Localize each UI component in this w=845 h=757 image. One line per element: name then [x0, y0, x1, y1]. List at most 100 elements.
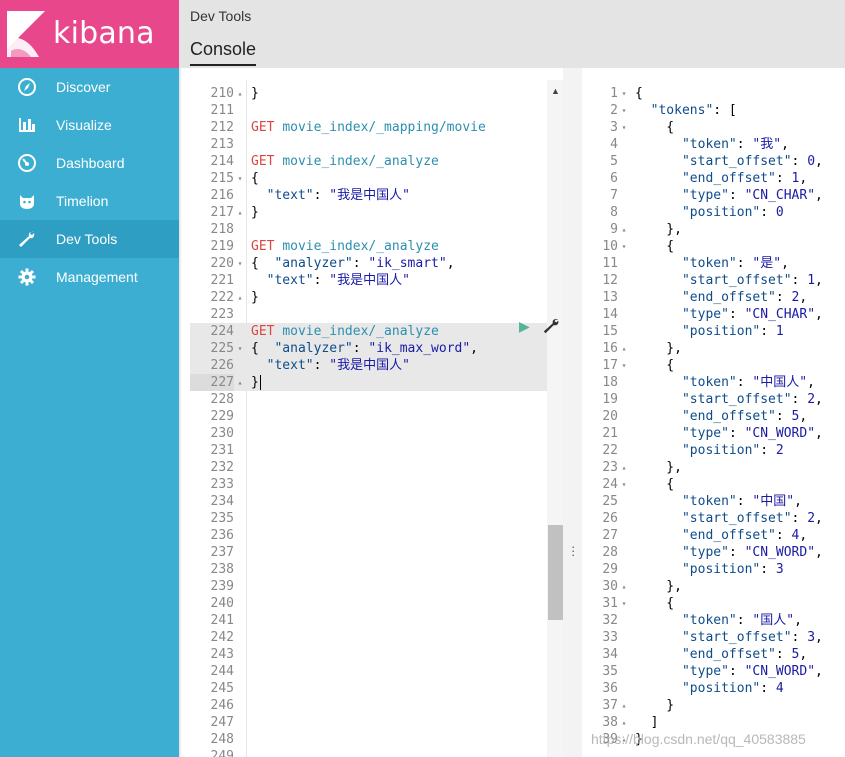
code-text: {: [635, 239, 675, 254]
editor-line: 215 ▾ {: [190, 170, 563, 187]
line-number: 31: [602, 596, 618, 611]
editor-line: 224 GET movie_index/_analyze: [190, 323, 563, 340]
line-number: 235: [210, 511, 234, 526]
sidebar-item-visualize[interactable]: Visualize: [0, 106, 179, 144]
kibana-logo[interactable]: kibana: [0, 0, 179, 68]
output-line: 14 "type": "CN_CHAR",: [582, 306, 845, 323]
fold-close-icon[interactable]: ▴: [619, 340, 629, 357]
sidebar-item-dashboard[interactable]: Dashboard: [0, 144, 179, 182]
fold-open-icon[interactable]: ▾: [619, 476, 629, 493]
output-line: 35 "type": "CN_WORD",: [582, 663, 845, 680]
code-text: {: [635, 477, 675, 492]
code-text: },: [635, 579, 682, 594]
output-line: 3 ▾ {: [582, 119, 845, 136]
line-number: 6: [610, 171, 618, 186]
code-text: "token": "我",: [681, 137, 789, 152]
output-line: 26 "start_offset": 2,: [582, 510, 845, 527]
code-text: }: [251, 205, 259, 220]
line-number: 18: [602, 375, 618, 390]
fold-close-icon[interactable]: ▴: [235, 289, 245, 306]
sidebar-item-discover[interactable]: Discover: [0, 68, 179, 106]
editor-line: 216 "text": "我是中国人": [190, 187, 563, 204]
output-line: 13 "end_offset": 2,: [582, 289, 845, 306]
editor-line: 249: [190, 748, 563, 757]
fold-close-icon[interactable]: ▴: [235, 374, 245, 391]
line-number: 22: [602, 443, 618, 458]
fold-open-icon[interactable]: ▾: [619, 357, 629, 374]
fold-open-icon[interactable]: ▾: [235, 170, 245, 187]
code-text: },: [635, 341, 682, 356]
timelion-icon: [20, 195, 34, 209]
editor-line: 230: [190, 425, 563, 442]
compass-icon: [18, 78, 36, 96]
output-line: 21 "type": "CN_WORD",: [582, 425, 845, 442]
code-text: "position": 4: [681, 681, 784, 696]
line-number: 232: [210, 460, 234, 475]
code-text: {: [635, 120, 675, 135]
line-number: 238: [210, 562, 234, 577]
line-number: 217: [210, 205, 234, 220]
output-line: 1 ▾ {: [582, 85, 845, 102]
editor-line: 238: [190, 561, 563, 578]
fold-close-icon[interactable]: ▴: [619, 697, 629, 714]
fold-open-icon[interactable]: ▾: [619, 595, 629, 612]
code-text: "token": "中国人",: [681, 375, 815, 390]
line-number: 245: [210, 681, 234, 696]
fold-close-icon[interactable]: ▴: [619, 578, 629, 595]
fold-open-icon[interactable]: ▾: [619, 238, 629, 255]
request-options-wrench-icon[interactable]: [542, 317, 560, 335]
code-text: GET movie_index/_analyze: [251, 239, 439, 254]
fold-open-icon[interactable]: ▾: [619, 119, 629, 136]
line-number: 241: [210, 613, 234, 628]
editor-line: 241: [190, 612, 563, 629]
line-number: 16: [602, 341, 618, 356]
editor-line: 239: [190, 578, 563, 595]
line-number: 225: [210, 341, 234, 356]
fold-close-icon[interactable]: ▴: [235, 85, 245, 102]
fold-open-icon[interactable]: ▾: [619, 102, 629, 119]
code-text: }: [251, 290, 259, 305]
line-number: 215: [210, 171, 234, 186]
fold-close-icon[interactable]: ▴: [619, 714, 629, 731]
code-text: "start_offset": 0,: [681, 154, 823, 169]
scrollbar-thumb[interactable]: [548, 525, 563, 620]
sidebar-item-timelion[interactable]: Timelion: [0, 182, 179, 220]
code-text: "position": 1: [681, 324, 784, 339]
fold-open-icon[interactable]: ▾: [235, 340, 245, 357]
fold-close-icon[interactable]: ▴: [619, 221, 629, 238]
line-number: 11: [602, 256, 618, 271]
line-number: 1: [610, 86, 618, 101]
line-number: 32: [602, 613, 618, 628]
code-text: "start_offset": 3,: [681, 630, 823, 645]
line-number: 4: [610, 137, 618, 152]
line-number: 214: [210, 154, 234, 169]
request-editor[interactable]: 210 ▴} 211 212 GET movie_index/_mapping/movi…: [190, 80, 563, 757]
breadcrumb[interactable]: Dev Tools: [190, 8, 251, 24]
fold-open-icon[interactable]: ▾: [619, 85, 629, 102]
line-number: 36: [602, 681, 618, 696]
sidebar-item-dev-tools[interactable]: Dev Tools: [0, 220, 179, 258]
sidebar-item-label: Timelion: [56, 193, 109, 209]
editor-scrollbar[interactable]: ▲: [547, 80, 563, 757]
editor-line: 231: [190, 442, 563, 459]
send-request-button[interactable]: ▶: [519, 318, 530, 335]
code-text: "text": "我是中国人": [266, 188, 410, 203]
output-line: 27 "end_offset": 4,: [582, 527, 845, 544]
code-text: "type": "CN_CHAR",: [681, 188, 823, 203]
code-text: "start_offset": 2,: [681, 511, 823, 526]
resize-grip-icon[interactable]: · · ·: [571, 540, 575, 561]
fold-close-icon[interactable]: ▴: [619, 459, 629, 476]
fold-open-icon[interactable]: ▾: [235, 255, 245, 272]
tab-console[interactable]: Console: [190, 39, 257, 66]
scroll-up-arrow-icon[interactable]: ▲: [551, 86, 560, 96]
pane-resizer[interactable]: · · ·: [563, 68, 582, 757]
response-output[interactable]: 1 ▾{2 ▾ "tokens": [3 ▾ {4 "token": "我", 5 "s…: [582, 80, 845, 757]
sidebar-item-management[interactable]: Management: [0, 258, 179, 296]
fold-close-icon[interactable]: ▴: [235, 204, 245, 221]
editor-line: 233: [190, 476, 563, 493]
line-number: 249: [210, 749, 234, 757]
line-number: 28: [602, 545, 618, 560]
output-line: 5 "start_offset": 0,: [582, 153, 845, 170]
output-line: 32 "token": "国人",: [582, 612, 845, 629]
output-line: 16 ▴ },: [582, 340, 845, 357]
